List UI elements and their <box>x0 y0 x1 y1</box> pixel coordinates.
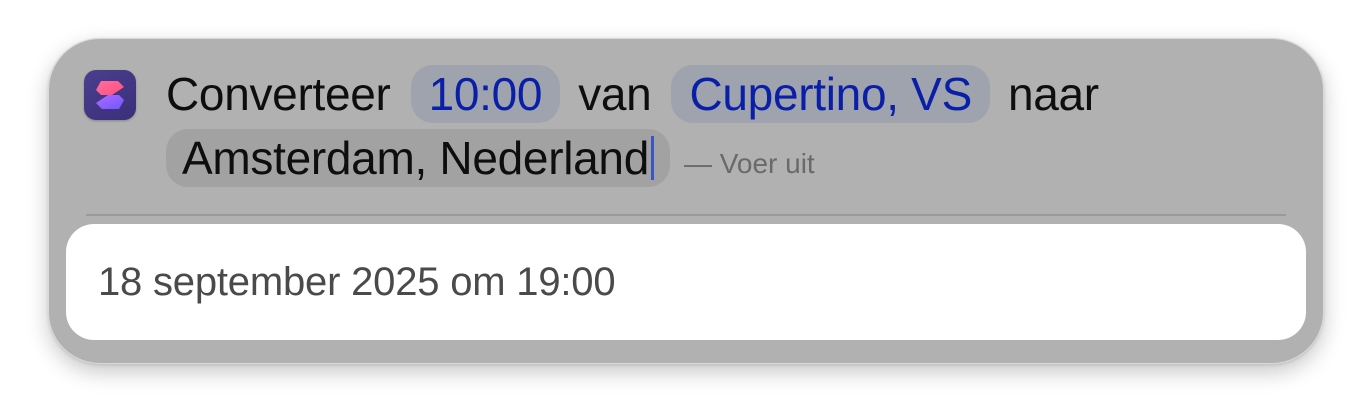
to-location-token[interactable]: Amsterdam, Nederland <box>166 129 670 187</box>
shortcuts-icon <box>84 70 136 120</box>
query-line-1: Converteer 10:00 van Cupertino, VS naar <box>166 65 1119 123</box>
query-word-to: naar <box>1007 68 1099 120</box>
time-token[interactable]: 10:00 <box>410 65 561 123</box>
from-location-token[interactable]: Cupertino, VS <box>671 65 990 123</box>
query-word-convert: Converteer <box>166 68 391 120</box>
text-caret <box>650 136 654 180</box>
divider <box>86 214 1286 216</box>
shortcuts-glyph <box>96 81 124 109</box>
query-line-2: Amsterdam, Nederland — Voer uit <box>166 129 815 187</box>
to-location-text[interactable]: Amsterdam, Nederland <box>182 131 649 185</box>
query-word-from: van <box>578 68 652 120</box>
result-text: 18 september 2025 om 19:00 <box>98 259 616 304</box>
run-hint: — Voer uit <box>683 148 815 179</box>
result-row[interactable]: 18 september 2025 om 19:00 <box>66 224 1306 340</box>
